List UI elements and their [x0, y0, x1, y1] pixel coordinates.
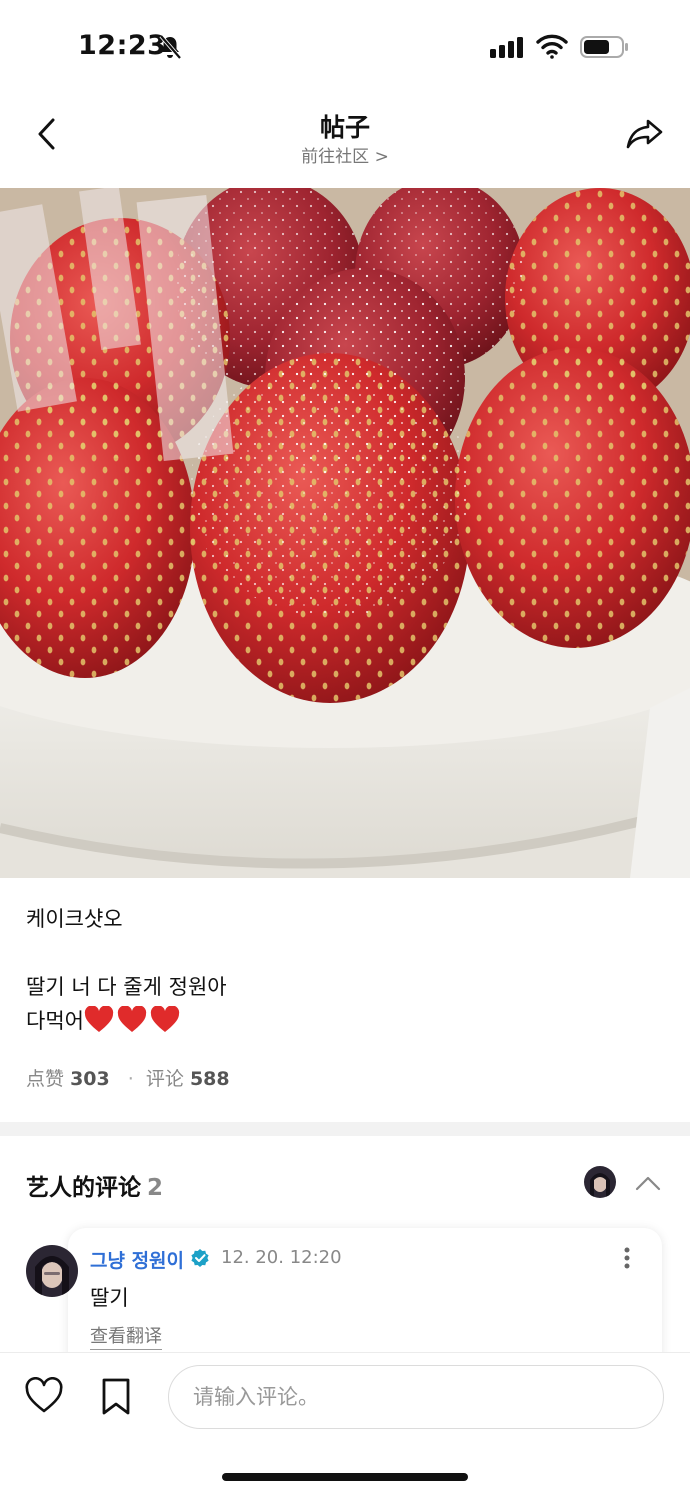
post-content: 케이크샷오 딸기 너 다 줄게 정원아 다먹어 [26, 902, 666, 1038]
comment-more-button[interactable] [616, 1244, 638, 1272]
post-stats: 点赞 303 · 评论 588 [26, 1064, 236, 1091]
comments-label: 评论 [145, 1068, 184, 1090]
wifi-icon [536, 34, 568, 59]
comment-body: 딸기 [90, 1286, 129, 1310]
section-divider [0, 1122, 690, 1136]
view-translation-link[interactable]: 查看翻译 [90, 1322, 162, 1350]
like-button[interactable] [24, 1376, 64, 1417]
home-indicator [222, 1473, 468, 1481]
avatar [26, 1245, 78, 1297]
top-nav-bar: 帖子 前往社区 > [0, 96, 690, 188]
post-photo[interactable] [0, 188, 690, 878]
signal-icon [490, 37, 523, 58]
status-time: 12:23 [78, 30, 167, 61]
bookmark-button[interactable] [98, 1377, 134, 1417]
comment-author[interactable]: 그냥 정원이 [90, 1246, 184, 1273]
post-line-1: 케이크샷오 [26, 907, 123, 931]
post-line-3-text: 다먹어 [26, 1009, 84, 1033]
heart-icon [150, 1006, 180, 1032]
comment-input[interactable] [168, 1365, 664, 1429]
artist-comments-count: 2 [147, 1175, 164, 1201]
likes-count: 303 [70, 1068, 110, 1090]
avatar [584, 1166, 616, 1198]
status-bar: 12:23 [0, 0, 690, 96]
post-line-2: 딸기 너 다 줄게 정원아 [26, 975, 227, 999]
likes-label: 点赞 [26, 1068, 65, 1090]
collapse-button[interactable] [632, 1168, 664, 1198]
like-heart-icon [25, 1376, 63, 1413]
heart-icon [117, 1006, 147, 1032]
post-line-3: 다먹어 [26, 1004, 666, 1038]
go-to-community-link[interactable]: 前往社区 > [0, 142, 690, 167]
more-vertical-icon [624, 1247, 630, 1269]
artist-comments-heading: 艺人的评论 2 [26, 1168, 163, 1202]
bookmark-icon [102, 1378, 130, 1415]
heart-icon [84, 1006, 114, 1032]
share-button[interactable] [622, 112, 668, 156]
comment-timestamp: 12. 20. 12:20 [221, 1247, 342, 1268]
comments-count: 588 [189, 1068, 230, 1090]
artist-comments-title: 艺人的评论 [26, 1175, 141, 1201]
battery-icon [580, 36, 628, 58]
verified-icon [191, 1249, 209, 1267]
bottom-action-bar [0, 1352, 690, 1495]
stats-separator: · [127, 1068, 134, 1090]
chevron-up-icon [635, 1176, 661, 1191]
page-title: 帖子 [319, 113, 370, 142]
bell-off-icon [159, 34, 182, 60]
strawberry-cake-image [0, 188, 690, 878]
share-icon [626, 119, 663, 149]
comment-author-avatar[interactable] [26, 1245, 78, 1297]
artist-avatar-small[interactable] [584, 1166, 616, 1198]
